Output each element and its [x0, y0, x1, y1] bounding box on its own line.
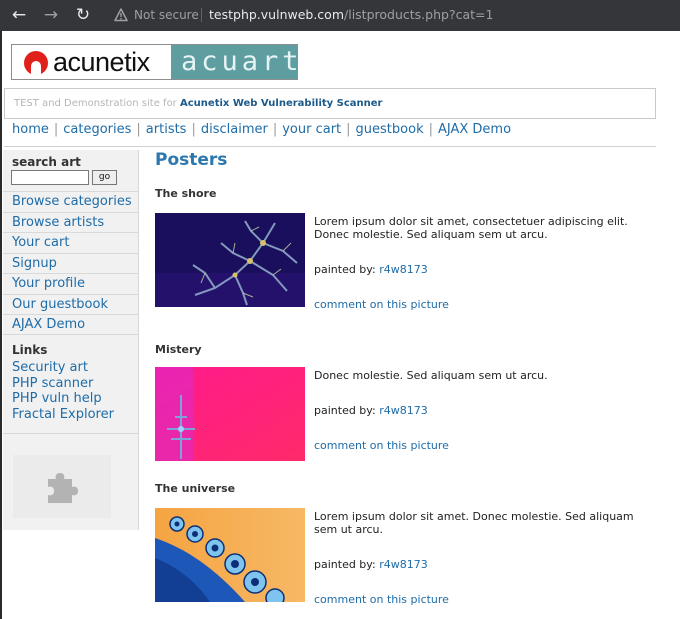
- nav-separator: |: [53, 122, 59, 137]
- search-input[interactable]: [11, 170, 89, 185]
- security-status[interactable]: Not secure: [134, 8, 199, 22]
- comment-link[interactable]: comment on this picture: [314, 439, 449, 452]
- url-host: testphp.vulnweb.com: [209, 7, 345, 22]
- nav-disclaimer[interactable]: disclaimer: [201, 122, 268, 137]
- painted-by-line: painted by: r4w8173: [314, 404, 428, 417]
- fractal-image: [155, 508, 305, 602]
- browser-toolbar: ← → ↻ Not secure testphp.vulnweb.com/lis…: [0, 0, 680, 31]
- search-go-button[interactable]: go: [92, 170, 117, 185]
- fractal-image: [155, 213, 305, 307]
- painted-by-label: painted by:: [314, 404, 376, 417]
- puzzle-piece-icon: [48, 473, 78, 503]
- comment-link[interactable]: comment on this picture: [314, 298, 449, 311]
- link-fractal-explorer[interactable]: Fractal Explorer: [12, 407, 114, 423]
- poster-description: Donec molestie. Sed aliquam sem ut arcu.: [314, 369, 548, 382]
- artist-link[interactable]: r4w8173: [379, 558, 428, 571]
- plugin-placeholder: [13, 455, 111, 518]
- logo-brand-text: acunetix: [53, 47, 150, 77]
- poster-thumbnail-the-shore[interactable]: [155, 213, 305, 307]
- nav-ajax-demo[interactable]: AJAX Demo: [438, 122, 511, 137]
- links-title: Links: [12, 343, 48, 357]
- nav-your-cart[interactable]: your cart: [282, 122, 341, 137]
- warning-icon[interactable]: [114, 8, 128, 22]
- poster-title-the-universe[interactable]: The universe: [155, 482, 235, 495]
- search-title: search art: [12, 155, 81, 169]
- url-divider: [201, 8, 202, 22]
- poster-title-the-shore[interactable]: The shore: [155, 187, 216, 200]
- window-edge: [0, 31, 2, 619]
- nav-categories[interactable]: categories: [63, 122, 131, 137]
- link-php-scanner[interactable]: PHP scanner: [12, 376, 114, 392]
- poster-thumbnail-mistery[interactable]: [155, 367, 305, 461]
- artist-link[interactable]: r4w8173: [379, 404, 428, 417]
- acunetix-logo: acunetix: [12, 45, 171, 79]
- sidebar: search art go Browse categories Browse a…: [3, 150, 139, 530]
- poster-description: Lorem ipsum dolor sit amet, consectetuer…: [314, 215, 628, 241]
- painted-by-line: painted by: r4w8173: [314, 263, 428, 276]
- nav-divider: [4, 146, 656, 147]
- sidebar-divider: [3, 433, 139, 434]
- comment-link[interactable]: comment on this picture: [314, 593, 449, 606]
- sidebar-nav: Browse categories Browse artists Your ca…: [3, 191, 139, 335]
- poster-title-mistery[interactable]: Mistery: [155, 343, 202, 356]
- nav-separator: |: [191, 122, 196, 137]
- painted-by-line: painted by: r4w8173: [314, 558, 428, 571]
- sidebar-item-our-guestbook[interactable]: Our guestbook: [3, 293, 139, 315]
- painted-by-label: painted by:: [314, 263, 376, 276]
- acunetix-mark-icon: [24, 51, 48, 75]
- page-title: Posters: [155, 150, 228, 170]
- sidebar-item-signup[interactable]: Signup: [3, 252, 139, 274]
- nav-artists[interactable]: artists: [146, 122, 187, 137]
- top-navigation: home | categories | artists | disclaimer | your …: [12, 122, 511, 137]
- site-tagline: TEST and Demonstration site for Acunetix…: [4, 88, 656, 119]
- sidebar-item-browse-categories[interactable]: Browse categories: [3, 191, 139, 212]
- link-php-vuln-help[interactable]: PHP vuln help: [12, 391, 114, 407]
- sidebar-item-ajax-demo[interactable]: AJAX Demo: [3, 314, 139, 335]
- link-security-art[interactable]: Security art: [12, 360, 114, 376]
- acuart-logo: acuart: [171, 45, 299, 79]
- poster-description: Lorem ipsum dolor sit amet. Donec molest…: [314, 510, 634, 536]
- fractal-image: [155, 367, 305, 461]
- site-logo[interactable]: acunetix acuart: [11, 44, 299, 80]
- sidebar-item-your-cart[interactable]: Your cart: [3, 232, 139, 253]
- links-list: Security art PHP scanner PHP vuln help F…: [12, 360, 114, 422]
- sidebar-item-browse-artists[interactable]: Browse artists: [3, 211, 139, 233]
- reload-icon[interactable]: ↻: [72, 4, 94, 26]
- back-arrow-icon[interactable]: ←: [8, 4, 30, 26]
- nav-guestbook[interactable]: guestbook: [356, 122, 424, 137]
- tagline-highlight[interactable]: Acunetix Web Vulnerability Scanner: [180, 98, 383, 109]
- nav-separator: |: [346, 122, 351, 137]
- nav-home[interactable]: home: [12, 122, 49, 137]
- tagline-prefix: TEST and Demonstration site for: [14, 98, 177, 109]
- nav-separator: |: [428, 122, 433, 137]
- artist-link[interactable]: r4w8173: [379, 263, 428, 276]
- nav-separator: |: [272, 122, 278, 137]
- url-path: /listproducts.php?cat=1: [344, 7, 494, 22]
- forward-arrow-icon[interactable]: →: [40, 4, 62, 26]
- poster-thumbnail-the-universe[interactable]: [155, 508, 305, 602]
- painted-by-label: painted by:: [314, 558, 376, 571]
- logo-product-text: acuart: [181, 46, 303, 77]
- address-bar[interactable]: testphp.vulnweb.com/listproducts.php?cat…: [209, 7, 493, 22]
- nav-separator: |: [136, 122, 141, 137]
- sidebar-item-your-profile[interactable]: Your profile: [3, 273, 139, 294]
